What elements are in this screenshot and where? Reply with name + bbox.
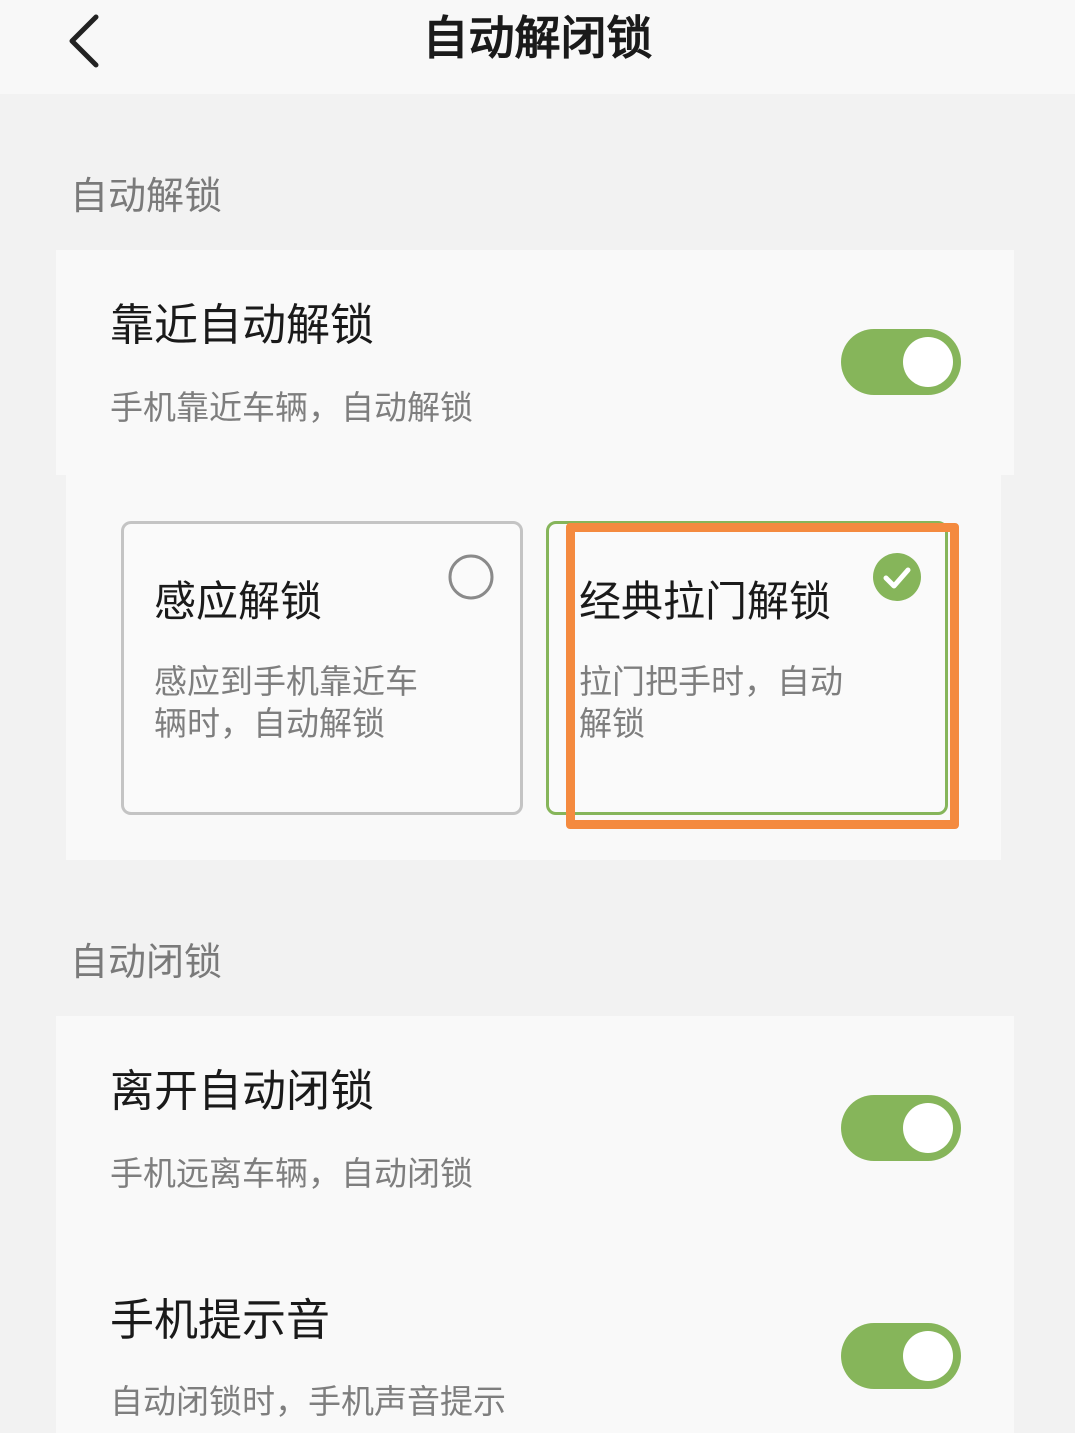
check-circle-icon[interactable]	[873, 553, 921, 601]
option-desc-line2: 辆时，自动解锁	[154, 704, 385, 743]
approach-unlock-desc: 手机靠近车辆，自动解锁	[110, 388, 473, 427]
option-desc-line2: 解锁	[579, 704, 645, 743]
phone-sound-title: 手机提示音	[110, 1295, 330, 1346]
toggle-knob	[903, 337, 953, 387]
leave-auto-lock-title: 离开自动闭锁	[110, 1066, 374, 1117]
approach-unlock-title: 靠近自动解锁	[110, 300, 374, 351]
phone-sound-toggle[interactable]	[841, 1323, 961, 1389]
radio-unchecked-icon[interactable]	[447, 553, 495, 601]
toggle-knob	[903, 1103, 953, 1153]
leave-auto-lock-toggle[interactable]	[841, 1095, 961, 1161]
page-title: 自动解闭锁	[422, 11, 653, 65]
option-classic-door-handle-unlock[interactable]: 经典拉门解锁 拉门把手时，自动 解锁	[546, 521, 948, 815]
option-desc-line1: 拉门把手时，自动	[579, 662, 843, 701]
phone-sound-desc: 自动闭锁时，手机声音提示	[110, 1382, 506, 1421]
section-title-auto-unlock: 自动解锁	[70, 174, 223, 218]
option-title: 经典拉门解锁	[579, 577, 832, 626]
approach-unlock-toggle[interactable]	[841, 329, 961, 395]
toggle-knob	[903, 1331, 953, 1381]
option-title: 感应解锁	[154, 577, 323, 626]
section-title-auto-lock: 自动闭锁	[70, 940, 223, 984]
option-sensing-unlock[interactable]: 感应解锁 感应到手机靠近车 辆时，自动解锁	[121, 521, 523, 815]
header-bar: 自动解闭锁	[0, 0, 1075, 94]
option-desc-line1: 感应到手机靠近车	[154, 662, 418, 701]
leave-auto-lock-desc: 手机远离车辆，自动闭锁	[110, 1154, 473, 1193]
